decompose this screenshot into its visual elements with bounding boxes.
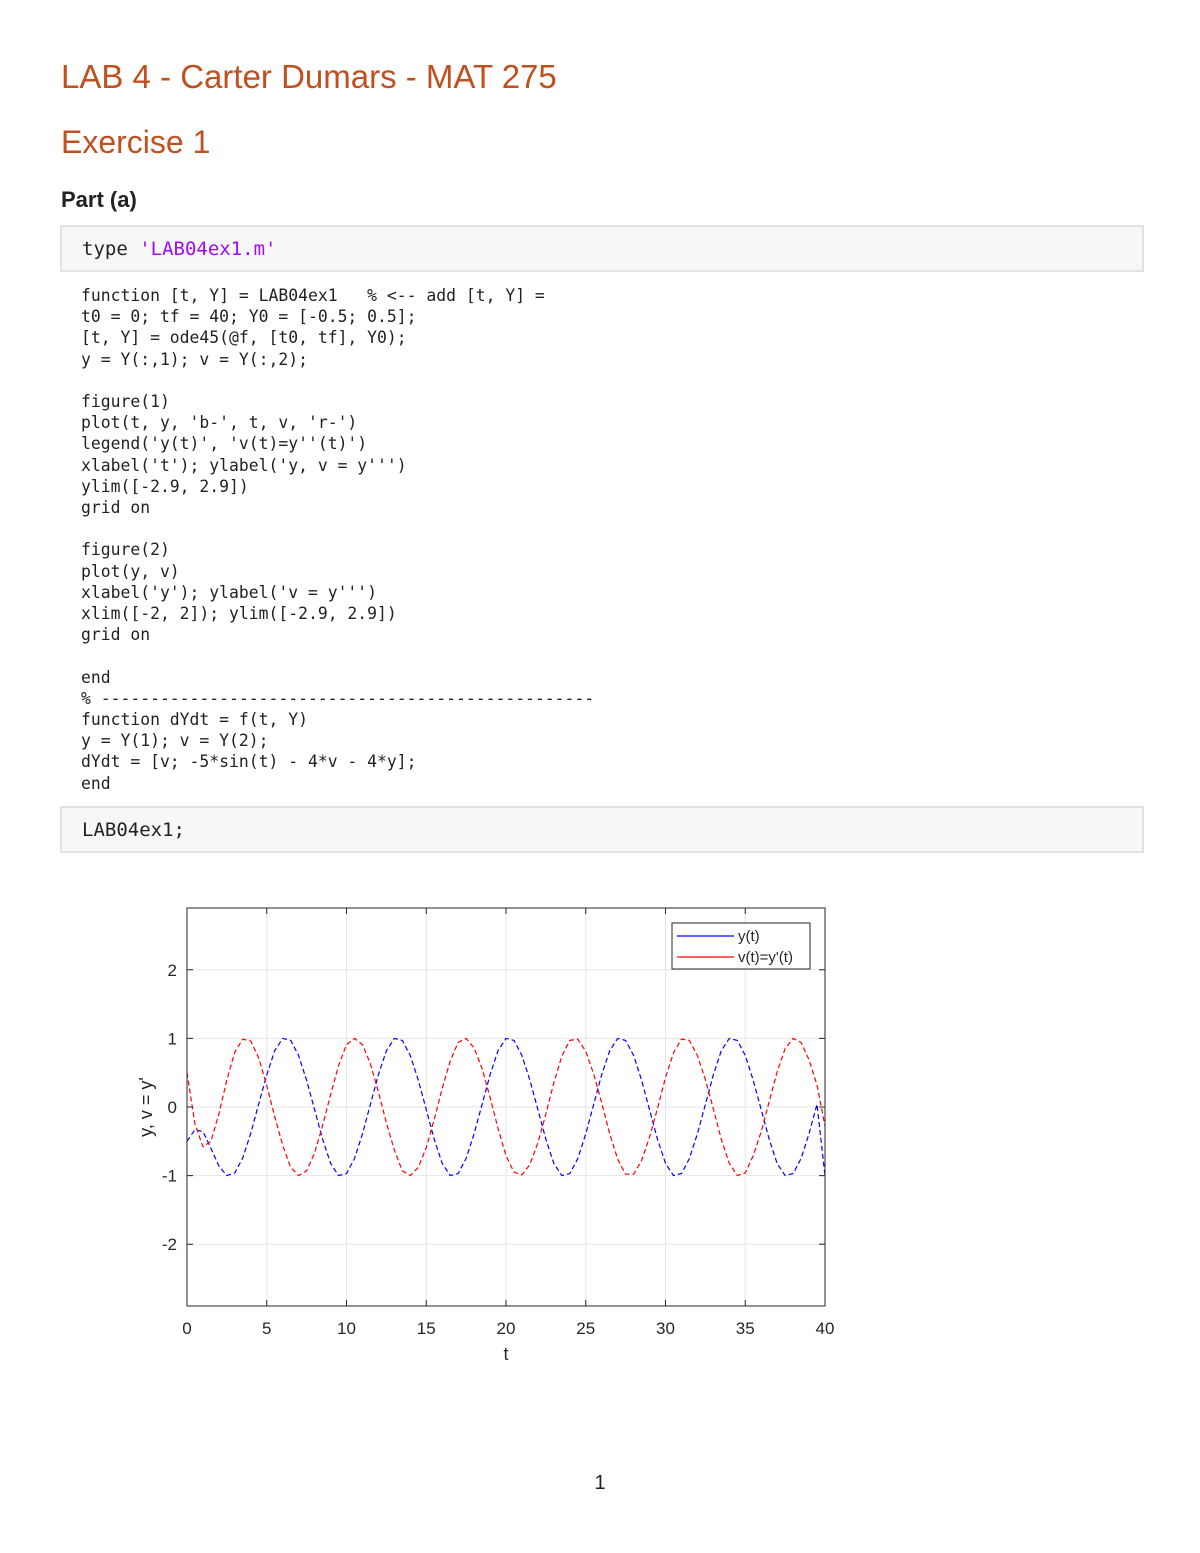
code-line: dYdt = [v; -5*sin(t) - 4*v - 4*y]; bbox=[81, 752, 417, 772]
x-tick-label: 10 bbox=[337, 1319, 356, 1338]
code-line: end bbox=[81, 773, 111, 793]
code-line: xlabel('y'); ylabel('v = y''') bbox=[81, 582, 378, 602]
command-keyword: type bbox=[82, 238, 128, 260]
code-line: xlabel('t'); ylabel('y, v = y''') bbox=[81, 455, 407, 475]
code-line: t0 = 0; tf = 40; Y0 = [-0.5; 0.5]; bbox=[81, 307, 417, 327]
y-tick-label: 1 bbox=[168, 1029, 177, 1048]
code-line: grid on bbox=[81, 498, 151, 518]
x-tick-label: 30 bbox=[656, 1319, 675, 1338]
y-tick-label: -2 bbox=[162, 1235, 177, 1254]
command-input-run[interactable]: LAB04ex1; bbox=[60, 806, 1144, 853]
code-line: plot(y, v) bbox=[81, 561, 180, 581]
code-line: y = Y(1); v = Y(2); bbox=[81, 731, 269, 751]
line-chart: 0 5 10 15 20 25 30 35 40 -2 -1 0 1 2 t y, v = y' y(t)… bbox=[136, 907, 835, 1364]
x-tick-label: 0 bbox=[182, 1319, 191, 1338]
x-tick-label: 35 bbox=[736, 1319, 755, 1338]
legend-label: v(t)=y'(t) bbox=[738, 949, 793, 966]
code-line: xlim([-2, 2]); ylim([-2.9, 2.9]) bbox=[81, 604, 397, 624]
code-line: figure(2) bbox=[81, 540, 170, 560]
code-line: function dYdt = f(t, Y) bbox=[81, 710, 308, 730]
axis-ticks: 0 5 10 15 20 25 30 35 40 -2 -1 0 1 2 bbox=[162, 908, 835, 1338]
code-line: plot(t, y, 'b-', t, v, 'r-') bbox=[81, 413, 358, 433]
code-listing: function [t, Y] = LAB04ex1 % <-- add [t,… bbox=[81, 285, 594, 794]
code-line: function [t, Y] = LAB04ex1 % <-- add [t,… bbox=[81, 286, 545, 305]
x-axis-label: t bbox=[503, 1344, 508, 1364]
chart-legend: y(t) v(t)=y'(t) bbox=[671, 922, 811, 970]
x-tick-label: 20 bbox=[497, 1319, 516, 1338]
figure-1-plot: 0 5 10 15 20 25 30 35 40 -2 -1 0 1 2 t y, v = y' y(t)… bbox=[120, 895, 860, 1390]
code-line: figure(1) bbox=[81, 392, 170, 412]
code-line: end bbox=[81, 667, 111, 687]
code-line: [t, Y] = ode45(@f, [t0, tf], Y0); bbox=[81, 328, 407, 348]
y-tick-label: 0 bbox=[168, 1098, 177, 1117]
y-tick-label: -1 bbox=[162, 1167, 177, 1186]
section-heading: Exercise 1 bbox=[61, 124, 211, 160]
x-tick-label: 25 bbox=[576, 1319, 595, 1338]
x-tick-label: 15 bbox=[417, 1319, 436, 1338]
x-tick-label: 5 bbox=[262, 1319, 271, 1338]
code-line: % --------------------------------------… bbox=[81, 688, 595, 708]
page-title: LAB 4 - Carter Dumars - MAT 275 bbox=[61, 58, 557, 95]
legend-label: y(t) bbox=[738, 928, 760, 945]
code-line: ylim([-2.9, 2.9]) bbox=[81, 476, 249, 496]
y-tick-label: 2 bbox=[168, 961, 177, 980]
page-number: 1 bbox=[594, 1472, 606, 1494]
x-tick-label: 40 bbox=[816, 1319, 835, 1338]
code-line: legend('y(t)', 'v(t)=y''(t)') bbox=[81, 434, 368, 454]
code-line: grid on bbox=[81, 625, 151, 645]
y-axis-label: y, v = y' bbox=[136, 1077, 156, 1137]
command-string-argument: 'LAB04ex1.m' bbox=[139, 238, 277, 260]
code-line: y = Y(:,1); v = Y(:,2); bbox=[81, 349, 308, 369]
subsection-heading: Part (a) bbox=[61, 187, 137, 212]
command-input-type[interactable]: type 'LAB04ex1.m' bbox=[60, 225, 1144, 272]
